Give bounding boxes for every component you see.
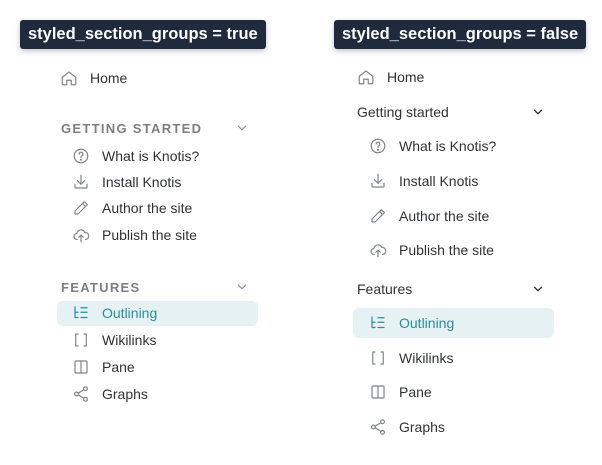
nav-item-publish-the-site[interactable]: Publish the site [72, 222, 197, 248]
nav-item-outlining[interactable]: Outlining [72, 300, 157, 326]
nav-item-author-the-site[interactable]: Author the site [72, 195, 192, 221]
nav-item-label: What is Knotis? [102, 148, 200, 164]
nav-item-label: Install Knotis [102, 174, 182, 190]
download-icon [369, 172, 387, 190]
styled-groups-panel: styled_section_groups = true Home GETTIN… [0, 0, 266, 465]
section-title-features[interactable]: FEATURES [61, 280, 141, 295]
section-title-features[interactable]: Features [357, 281, 412, 297]
nav-item-label: Publish the site [399, 242, 494, 258]
nav-item-graphs[interactable]: Graphs [369, 412, 445, 442]
pane-icon [72, 358, 90, 376]
brackets-icon [369, 349, 387, 367]
pencil-icon [369, 207, 387, 225]
nav-item-pane[interactable]: Pane [72, 354, 135, 380]
nav-item-label: Wikilinks [102, 332, 157, 348]
nav-item-label: Install Knotis [399, 173, 479, 189]
nav-item-label: Publish the site [102, 227, 197, 243]
share-graph-icon [72, 385, 90, 403]
nav-item-install-knotis[interactable]: Install Knotis [72, 169, 181, 195]
nav-item-author-the-site[interactable]: Author the site [369, 201, 489, 231]
home-icon [60, 69, 78, 87]
nav-item-wikilinks[interactable]: Wikilinks [72, 327, 156, 353]
nav-item-label: What is Knotis? [399, 138, 497, 154]
nav-item-label: Pane [399, 384, 432, 400]
nav-item-pane[interactable]: Pane [369, 377, 432, 407]
nav-item-label: Outlining [102, 305, 158, 321]
nav-item-label: Home [387, 69, 425, 85]
nav-item-home[interactable]: Home [60, 65, 127, 91]
pencil-icon [72, 199, 90, 217]
plain-groups-panel: styled_section_groups = false Home Getti… [334, 0, 602, 465]
section-title-getting-started[interactable]: Getting started [357, 104, 449, 120]
chevron-down-icon[interactable] [531, 105, 545, 119]
caption-styled-false: styled_section_groups = false [334, 20, 587, 49]
cloud-upload-icon [369, 241, 387, 259]
nav-item-label: Wikilinks [399, 350, 454, 366]
nav-item-what-is-knotis[interactable]: What is Knotis? [369, 131, 496, 161]
outline-list-icon [369, 314, 387, 332]
nav-item-outlining[interactable]: Outlining [369, 308, 454, 338]
section-title-getting-started[interactable]: GETTING STARTED [61, 121, 202, 136]
nav-item-label: Outlining [399, 315, 455, 331]
chevron-down-icon[interactable] [235, 121, 249, 135]
nav-item-publish-the-site[interactable]: Publish the site [369, 235, 494, 265]
nav-item-graphs[interactable]: Graphs [72, 381, 148, 407]
cloud-upload-icon [72, 226, 90, 244]
nav-item-home[interactable]: Home [357, 62, 424, 92]
nav-item-label: Pane [102, 359, 135, 375]
question-circle-icon [72, 147, 90, 165]
chevron-down-icon[interactable] [235, 280, 249, 294]
brackets-icon [72, 331, 90, 349]
outline-list-icon [72, 304, 90, 322]
nav-item-label: Graphs [102, 386, 148, 402]
nav-item-what-is-knotis[interactable]: What is Knotis? [72, 143, 199, 169]
question-circle-icon [369, 137, 387, 155]
chevron-down-icon[interactable] [531, 282, 545, 296]
nav-item-label: Author the site [102, 200, 193, 216]
nav-item-label: Author the site [399, 208, 490, 224]
home-icon [357, 68, 375, 86]
nav-item-label: Graphs [399, 419, 445, 435]
share-graph-icon [369, 418, 387, 436]
nav-item-label: Home [90, 70, 128, 86]
nav-item-wikilinks[interactable]: Wikilinks [369, 343, 453, 373]
pane-icon [369, 383, 387, 401]
download-icon [72, 173, 90, 191]
caption-styled-true: styled_section_groups = true [20, 20, 266, 49]
nav-item-install-knotis[interactable]: Install Knotis [369, 166, 478, 196]
